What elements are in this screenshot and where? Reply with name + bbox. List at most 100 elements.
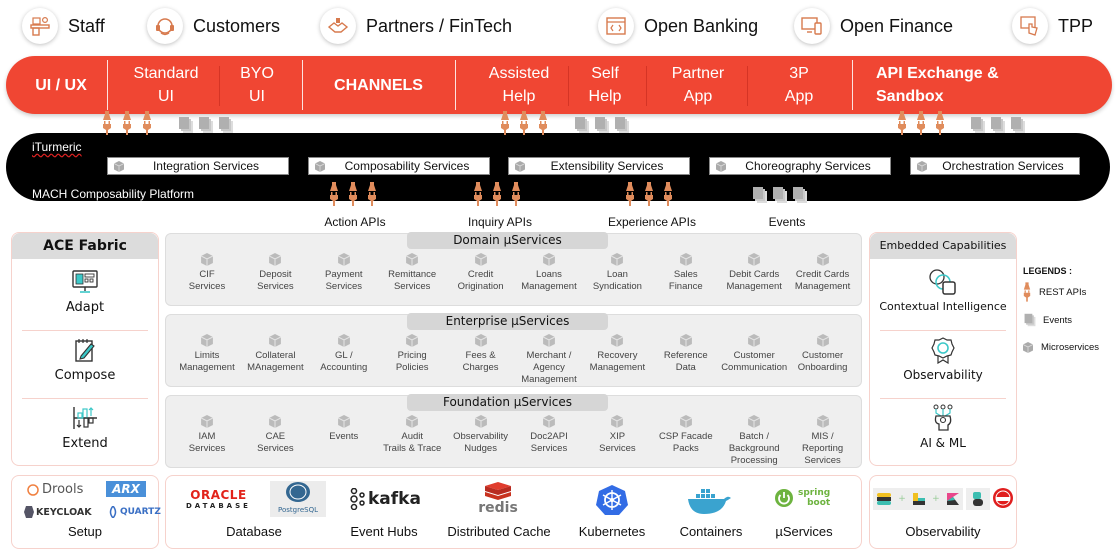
- microservice-cube-icon: [543, 415, 555, 428]
- service-item[interactable]: Loans Management: [514, 253, 584, 293]
- rest-api-plug-icon: [142, 111, 152, 135]
- service-item[interactable]: Customer Onboarding: [788, 334, 858, 374]
- service-item[interactable]: Pricing Policies: [377, 334, 447, 374]
- service-item[interactable]: IAM Services: [172, 415, 242, 455]
- capability-contextual-intelligence[interactable]: Contextual Intelligence: [870, 267, 1016, 313]
- service-item[interactable]: Audit Trails & Trace: [377, 415, 447, 455]
- service-item[interactable]: Observability Nudges: [446, 415, 516, 455]
- divider: [880, 330, 1006, 331]
- choreography-services-box[interactable]: Choreography Services: [709, 157, 891, 175]
- events-stack-icon: [1010, 116, 1026, 134]
- extensibility-services-box[interactable]: Extensibility Services: [508, 157, 690, 175]
- microservice-cube-icon: [679, 253, 692, 266]
- rest-api-plug-icon: [625, 182, 635, 206]
- service-item[interactable]: Payment Services: [309, 253, 379, 293]
- service-item[interactable]: XIP Services: [582, 415, 652, 455]
- service-item[interactable]: CIF Services: [172, 253, 242, 293]
- service-item[interactable]: Reference Data: [651, 334, 721, 374]
- service-item-label: Customer: [733, 350, 775, 361]
- microservice-cube-icon: [543, 253, 555, 266]
- platform-brand: iTurmeric: [32, 140, 82, 154]
- events-stack-icon: [970, 116, 986, 134]
- service-item-label: MIS /: [811, 431, 834, 442]
- service-item[interactable]: CSP Facade Packs: [651, 415, 721, 455]
- service-item-label: Merchant /: [526, 350, 572, 361]
- channel-partner-app[interactable]: Partner App: [648, 56, 748, 114]
- events-stack-icon: [218, 116, 234, 134]
- service-item[interactable]: Debit Cards Management: [719, 253, 789, 293]
- channel-label: API Exchange &: [876, 65, 999, 82]
- service-item[interactable]: Doc2API Services: [514, 415, 584, 455]
- ace-item-label: Adapt: [65, 300, 105, 315]
- service-item[interactable]: Fees & Charges: [446, 334, 516, 374]
- service-item[interactable]: CAE Services: [240, 415, 310, 455]
- service-item-label: Processing: [730, 455, 778, 466]
- oracle-database-logo: ORACLE DATABASE: [186, 488, 251, 510]
- microservice-cube-icon: [816, 415, 829, 428]
- service-item-label: Onboarding: [797, 362, 848, 373]
- microservice-cube-icon: [406, 415, 419, 428]
- divider: [568, 66, 569, 106]
- events-label: Events: [768, 215, 806, 229]
- service-item[interactable]: Remittance Services: [377, 253, 447, 293]
- foundation-services-title: Foundation µServices: [407, 394, 608, 411]
- divider: [455, 60, 456, 110]
- service-item-label: Communication: [721, 362, 788, 373]
- service-item[interactable]: Credit Cards Management: [788, 253, 858, 293]
- service-item[interactable]: MIS / Reporting Services: [788, 415, 858, 467]
- logo-text: kafka: [368, 489, 421, 509]
- composability-services-box[interactable]: Composability Services: [308, 157, 490, 175]
- orchestration-services-box[interactable]: Orchestration Services: [910, 157, 1080, 175]
- channel-standard-ui[interactable]: Standard UI: [118, 56, 214, 114]
- service-item[interactable]: Loan Syndication: [582, 253, 652, 293]
- rest-api-plug-icon: [102, 111, 112, 135]
- channel-3p-app[interactable]: 3P App: [749, 56, 849, 114]
- service-item-label: Services: [188, 281, 226, 292]
- domain-services-panel: Domain µServices CIF Services Deposit Servi…: [165, 232, 862, 306]
- events-stack-icon: [198, 116, 214, 134]
- channel-assisted-help[interactable]: Assisted Help: [466, 56, 572, 114]
- service-item[interactable]: Merchant / Agency Management: [514, 334, 584, 386]
- ace-item-compose[interactable]: Compose: [12, 335, 158, 383]
- microservice-cube-icon: [269, 415, 282, 428]
- integration-services-box[interactable]: Integration Services: [107, 157, 289, 175]
- service-item-label: Remittance: [388, 269, 437, 280]
- code-window-icon: [598, 8, 634, 44]
- legend-title: LEGENDS :: [1023, 266, 1073, 276]
- capability-ai-ml[interactable]: AI & ML: [870, 403, 1016, 450]
- microservice-cube-icon: [748, 334, 761, 347]
- service-item-label: Credit: [467, 269, 494, 280]
- logo-text: ORACLE: [190, 488, 247, 502]
- observability-badge-icon: [926, 335, 960, 365]
- service-item[interactable]: Customer Communication: [719, 334, 789, 374]
- service-item[interactable]: Deposit Services: [240, 253, 310, 293]
- channel-api-exchange[interactable]: API Exchange & Sandbox: [876, 56, 1036, 114]
- service-item[interactable]: Recovery Management: [582, 334, 652, 374]
- legend-item-rest-apis: REST APIs: [1023, 282, 1086, 302]
- service-item-label: Sales: [673, 269, 698, 280]
- service-item[interactable]: Sales Finance: [651, 253, 721, 293]
- channel-label: Standard: [133, 65, 199, 82]
- channel-label: BYO: [240, 65, 274, 82]
- capability-observability[interactable]: Observability: [870, 335, 1016, 382]
- channel-byo-ui[interactable]: BYO UI: [222, 56, 292, 114]
- service-item-label: Loans: [536, 269, 562, 280]
- persona-label: Customers: [193, 15, 281, 36]
- service-label: Composability Services: [344, 159, 470, 173]
- service-item[interactable]: Limits Management: [172, 334, 242, 374]
- service-item[interactable]: Collateral MAnagement: [240, 334, 310, 374]
- logo-text: spring: [798, 488, 831, 498]
- service-label: Extensibility Services: [550, 159, 664, 173]
- service-item[interactable]: Events: [309, 415, 379, 443]
- service-label: Choreography Services: [745, 159, 871, 173]
- service-item[interactable]: Credit Origination: [446, 253, 516, 293]
- ace-item-extend[interactable]: Extend: [12, 403, 158, 451]
- ace-item-adapt[interactable]: Adapt: [12, 267, 158, 315]
- logo-text: DATABASE: [186, 502, 251, 510]
- microservice-cube-icon: [474, 253, 487, 266]
- service-item[interactable]: GL / Accounting: [309, 334, 379, 374]
- channel-self-help[interactable]: Self Help: [570, 56, 640, 114]
- service-item[interactable]: Batch / Background Processing: [719, 415, 789, 467]
- microservice-cube-icon: [406, 253, 419, 266]
- capability-label: Contextual Intelligence: [879, 300, 1007, 313]
